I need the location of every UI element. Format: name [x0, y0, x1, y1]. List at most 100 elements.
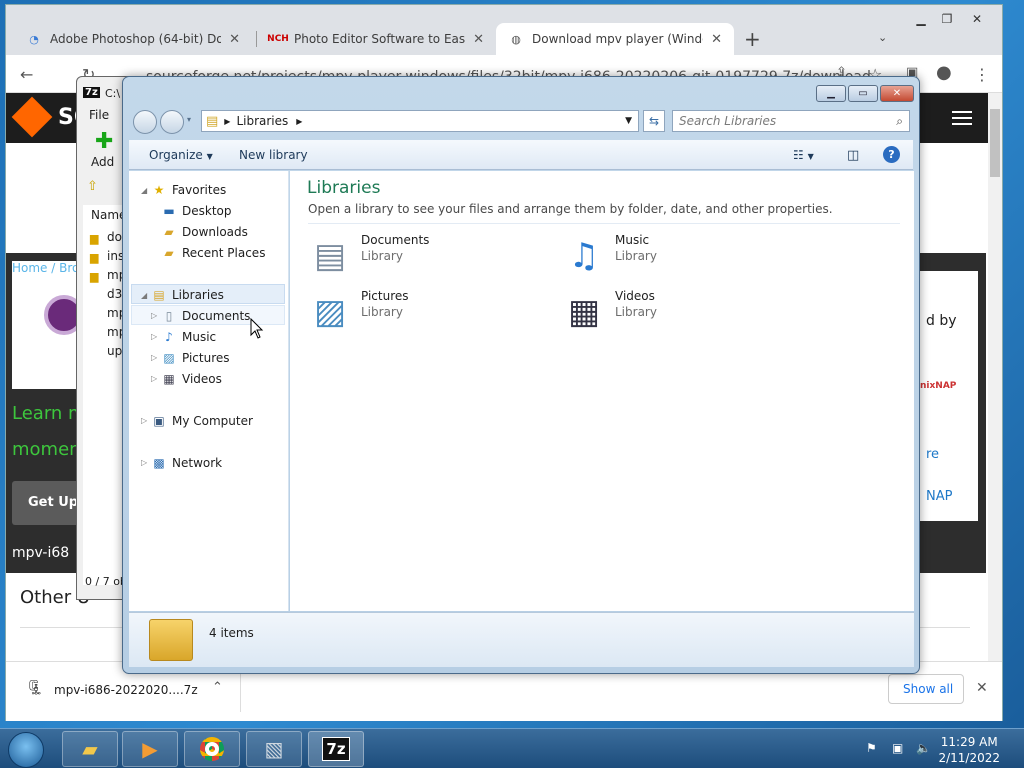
system-clock[interactable]: 11:29 AM 2/11/2022 — [938, 734, 1000, 766]
network-icon: ▩ — [153, 456, 165, 470]
collapse-arrow-icon[interactable]: ◢ — [141, 186, 147, 195]
address-dropdown-icon[interactable]: ▼ — [625, 116, 632, 126]
maximize-icon[interactable]: ❐ — [934, 11, 960, 27]
nav-libraries[interactable]: ▤ Libraries — [151, 285, 224, 305]
refresh-icon[interactable]: ⇆ — [643, 110, 665, 132]
expand-arrow-icon[interactable]: ▷ — [141, 458, 147, 467]
maximize-button[interactable]: ▭ — [848, 85, 878, 102]
download-filename[interactable]: mpv-i686-2022020....7z — [54, 683, 198, 697]
page-subtitle: Open a library to see your files and arr… — [308, 202, 833, 216]
library-type: Library — [615, 249, 657, 263]
globe-icon: ◍ — [511, 32, 521, 46]
forward-button[interactable] — [160, 110, 184, 134]
nav-downloads[interactable]: ▰ Downloads — [161, 222, 248, 242]
sponsor-link[interactable]: re — [926, 447, 939, 462]
library-type: Library — [361, 305, 403, 319]
scrollbar-thumb[interactable] — [990, 109, 1000, 177]
tab-nch[interactable]: NCH Photo Editor Software to Easily E ✕ — [258, 23, 496, 55]
nav-network[interactable]: ▩ Network — [151, 453, 222, 473]
collapse-arrow-icon[interactable]: ◢ — [141, 291, 147, 300]
nav-documents[interactable]: ▯ Documents — [161, 306, 251, 326]
show-all-button[interactable]: Show all — [888, 674, 964, 704]
new-tab-button[interactable]: + — [744, 27, 761, 51]
list-item[interactable]: do — [107, 230, 122, 244]
status-text: 0 / 7 ob — [85, 575, 127, 588]
tab-search-chevron-icon[interactable]: ⌄ — [878, 31, 887, 44]
close-window-icon[interactable]: ✕ — [964, 11, 990, 27]
address-bar[interactable]: ▤ ▶ Libraries ▶ ▼ — [201, 110, 639, 132]
sevenzip-icon[interactable]: 7z — [308, 731, 364, 767]
hamburger-menu-icon[interactable] — [952, 111, 972, 125]
new-library-button[interactable]: New library — [239, 148, 308, 162]
expand-arrow-icon[interactable]: ▷ — [151, 374, 157, 383]
expand-arrow-icon[interactable]: ▷ — [151, 332, 157, 341]
downloads-folder-icon: ▰ — [164, 225, 174, 239]
search-icon[interactable]: ⌕ — [896, 114, 903, 129]
profile-avatar-icon[interactable]: ● — [936, 62, 952, 83]
media-player-icon[interactable]: ▶ — [122, 731, 178, 767]
library-item-videos[interactable]: ▦ Videos Library — [561, 289, 657, 335]
preview-pane-icon[interactable]: ◫ — [847, 148, 859, 163]
minimize-button[interactable]: ▁ — [816, 85, 846, 102]
nav-favorites[interactable]: ★ Favorites — [151, 180, 227, 200]
nav-desktop[interactable]: ▬ Desktop — [161, 201, 231, 221]
list-item[interactable]: up — [107, 344, 122, 358]
close-icon[interactable]: ✕ — [976, 680, 988, 696]
photoshop-icon: ◔ — [29, 32, 39, 46]
help-icon[interactable]: ? — [883, 146, 900, 163]
tab-mpv[interactable]: ◍ Download mpv player (Windows ✕ — [496, 23, 734, 55]
breadcrumb-arrow-icon[interactable]: ▶ — [224, 117, 230, 126]
breadcrumb-libraries[interactable]: Libraries — [236, 114, 288, 128]
promo-text: momen — [12, 439, 81, 460]
page-scrollbar[interactable] — [988, 93, 1002, 663]
pictures-icon: ▨ — [163, 351, 175, 365]
desktop-icon: ▬ — [163, 204, 175, 218]
nav-music[interactable]: ♪ Music — [161, 327, 216, 347]
explorer-window: ▁ ▭ ✕ ▾ ▤ ▶ Libraries ▶ ▼ ⇆ Search Libra… — [122, 76, 920, 674]
library-item-documents[interactable]: ▤ Documents Library — [307, 233, 429, 279]
back-arrow-icon[interactable]: ← — [20, 65, 33, 84]
back-button[interactable] — [133, 110, 157, 134]
sponsor-link[interactable]: NAP — [926, 489, 952, 504]
explorer-icon[interactable]: ▰ — [62, 731, 118, 767]
close-button[interactable]: ✕ — [880, 85, 914, 102]
sourceforge-logo-icon[interactable] — [11, 96, 53, 138]
view-options-icon[interactable]: ☷ ▼ — [793, 148, 814, 162]
nav-recent-places[interactable]: ▰ Recent Places — [161, 243, 265, 263]
search-input[interactable]: Search Libraries ⌕ — [672, 110, 910, 132]
nav-label: Favorites — [172, 183, 227, 197]
expand-arrow-icon[interactable]: ▷ — [151, 311, 157, 320]
network-tray-icon[interactable]: ▣ — [892, 741, 903, 755]
organize-label: Organize — [149, 148, 203, 162]
expand-arrow-icon[interactable]: ▷ — [141, 416, 147, 425]
nav-my-computer[interactable]: ▣ My Computer — [151, 411, 253, 431]
add-plus-icon[interactable]: ✚ — [95, 129, 113, 154]
organize-button[interactable]: Organize ▼ — [149, 148, 213, 162]
close-icon[interactable]: ✕ — [711, 32, 722, 47]
menu-dots-icon[interactable]: ⋮ — [974, 65, 990, 84]
nav-pictures[interactable]: ▨ Pictures — [161, 348, 229, 368]
library-item-music[interactable]: ♫ Music Library — [561, 233, 657, 279]
expand-arrow-icon[interactable]: ▷ — [151, 353, 157, 362]
volume-icon[interactable]: 🔈 — [916, 741, 931, 755]
up-folder-icon[interactable]: ⇧ — [87, 179, 98, 194]
library-name: Pictures — [361, 289, 409, 303]
minimize-icon[interactable]: ▁ — [908, 11, 934, 27]
close-icon[interactable]: ✕ — [229, 32, 240, 47]
library-name: Videos — [615, 289, 655, 303]
flag-alert-icon[interactable]: ⚑ — [866, 741, 877, 755]
recent-places-icon: ▰ — [164, 246, 174, 260]
library-item-pictures[interactable]: ▨ Pictures Library — [307, 289, 409, 335]
nav-videos[interactable]: ▦ Videos — [161, 369, 222, 389]
close-icon[interactable]: ✕ — [473, 32, 484, 47]
chrome-icon[interactable] — [184, 731, 240, 767]
tab-photoshop[interactable]: ◔ Adobe Photoshop (64-bit) Down ✕ — [14, 23, 252, 55]
breadcrumb-arrow-icon[interactable]: ▶ — [296, 117, 302, 126]
nav-label: Documents — [182, 309, 251, 323]
list-item[interactable]: d3 — [107, 287, 122, 301]
chevron-up-icon[interactable]: ⌃ — [212, 680, 223, 695]
recent-pages-chevron-icon[interactable]: ▾ — [187, 115, 191, 124]
menu-file[interactable]: File — [89, 108, 109, 122]
photo-icon[interactable]: ▧ — [246, 731, 302, 767]
start-button[interactable] — [8, 732, 44, 768]
